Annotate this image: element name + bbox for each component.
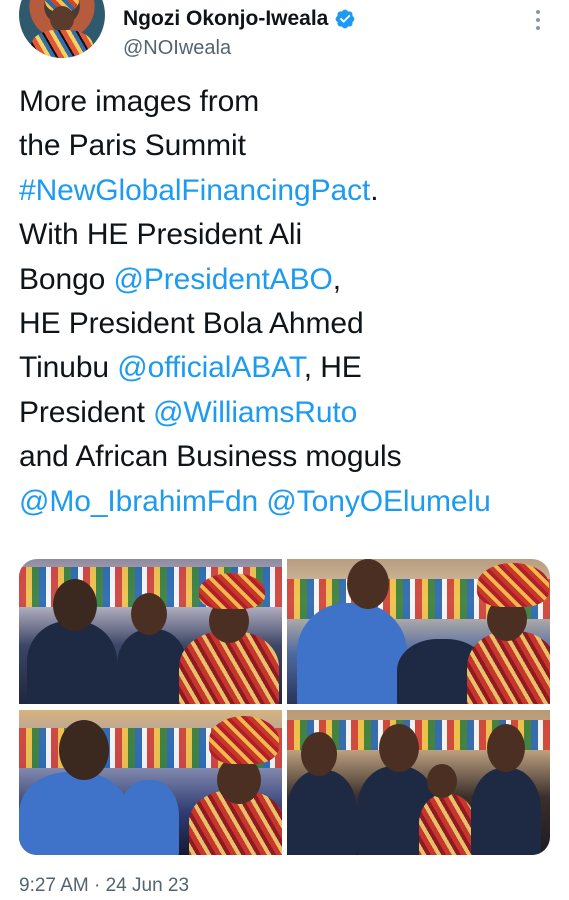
person-head <box>131 593 167 635</box>
photo-1[interactable] <box>19 559 282 704</box>
headwrap <box>477 563 549 607</box>
tweet-line: and African Business moguls <box>19 435 554 479</box>
person-figure <box>419 794 475 855</box>
person-figure <box>471 768 541 855</box>
person-head <box>427 764 457 798</box>
media-grid <box>19 559 550 855</box>
author-name[interactable]: Ngozi Okonjo-Iweala <box>123 7 328 31</box>
tweet-line: #NewGlobalFinancingPact. <box>19 169 554 213</box>
tweet-text-segment: Bongo <box>19 262 114 296</box>
person-figure <box>119 780 179 855</box>
tweet-text-segment: , <box>332 262 341 296</box>
tweet-line: Tinubu @officialABAT, HE <box>19 346 554 390</box>
tweet-text-segment: , HE <box>303 351 362 385</box>
tweet-text-segment: President <box>19 395 154 429</box>
person-head <box>301 732 337 776</box>
person-head <box>379 724 419 772</box>
person-figure <box>27 621 117 704</box>
tweet-text-segment: the Paris Summit <box>19 129 246 163</box>
tweet-line: HE President Bola Ahmed <box>19 302 554 346</box>
person-head <box>487 724 525 772</box>
tweet-text: More images from the Paris Summit #NewGlob… <box>19 80 554 524</box>
avatar-dress <box>31 30 93 58</box>
author-name-row[interactable]: Ngozi Okonjo-Iweala <box>123 7 356 31</box>
tweet-timestamp[interactable]: 9:27 AM · 24 Jun 23 <box>19 875 189 897</box>
photo-2[interactable] <box>287 559 550 704</box>
verified-badge-icon <box>335 9 355 29</box>
person-figure <box>297 603 407 704</box>
hashtag-link[interactable]: #NewGlobalFinancingPact <box>19 174 370 207</box>
tweet-line: President @WilliamsRuto <box>19 391 554 435</box>
tweet-line: the Paris Summit <box>19 124 554 168</box>
person-figure <box>19 772 129 855</box>
tweet-text-segment: With HE President Ali <box>19 218 303 252</box>
avatar[interactable] <box>19 0 105 58</box>
photo-4[interactable] <box>287 710 550 855</box>
person-head <box>59 720 109 780</box>
more-vertical-icon[interactable] <box>535 10 541 32</box>
person-figure <box>467 631 550 704</box>
mention-link[interactable]: @officialABAT <box>117 351 304 384</box>
tweet-line: Bongo @PresidentABO, <box>19 258 554 302</box>
mention-link[interactable]: @Mo_IbrahimFdn <box>19 485 258 518</box>
tweet-text-segment: . <box>370 173 379 207</box>
tweet-line: With HE President Ali <box>19 213 554 257</box>
mention-link[interactable]: @TonyOElumelu <box>266 485 490 518</box>
tweet-text-segment: Tinubu <box>19 351 118 385</box>
tweet-text-segment: HE President Bola Ahmed <box>19 307 364 341</box>
tweet-text-segment: and African Business moguls <box>19 440 402 474</box>
mention-link[interactable]: @PresidentABO <box>113 263 332 296</box>
headwrap <box>199 573 265 609</box>
photo-3[interactable] <box>19 710 282 855</box>
tweet-text-segment: More images from <box>19 85 260 118</box>
author-handle[interactable]: @NOIweala <box>123 37 231 60</box>
tweet-line: @Mo_IbrahimFdn @TonyOElumelu <box>19 480 554 524</box>
tweet-line: More images from <box>19 80 554 124</box>
person-figure <box>287 770 357 855</box>
person-head <box>347 559 389 609</box>
mention-link[interactable]: @WilliamsRuto <box>153 396 357 429</box>
headwrap <box>209 716 279 764</box>
person-figure <box>117 629 187 704</box>
person-head <box>53 579 97 631</box>
tweet-header: Ngozi Okonjo-Iweala @NOIweala <box>19 0 549 80</box>
avatar-face <box>50 6 74 32</box>
